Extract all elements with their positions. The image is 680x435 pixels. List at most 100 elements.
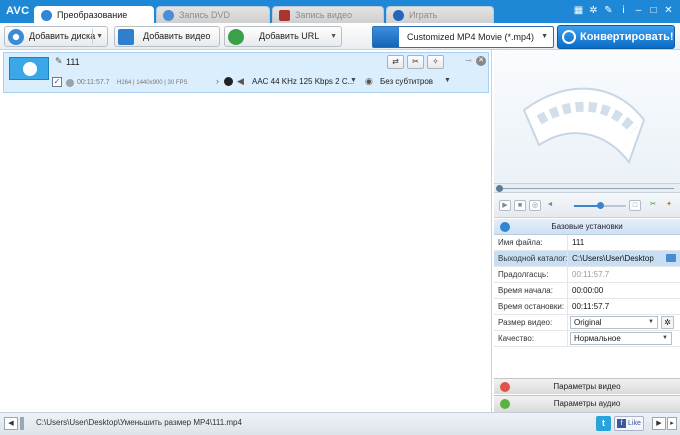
setting-key: Размер видео: <box>498 318 553 327</box>
chevron-down-icon[interactable]: ▼ <box>648 317 654 328</box>
setting-quality: Качество: Нормальное ▼ <box>494 331 680 347</box>
column-divider <box>567 331 568 347</box>
tab-dvd[interactable]: Запись DVD <box>156 6 270 23</box>
add-url-label: Добавить URL <box>259 31 320 41</box>
chevron-down-icon[interactable]: ▼ <box>96 27 103 46</box>
convert-label: Конвертировать! <box>580 31 674 43</box>
wrench-icon[interactable]: ✎ <box>603 5 614 17</box>
close-icon[interactable]: ✕ <box>663 5 674 17</box>
video-preview <box>494 50 680 184</box>
column-divider <box>567 235 568 251</box>
disc-icon <box>163 10 174 21</box>
next-icon[interactable]: ▶ <box>652 417 666 430</box>
video-size-select[interactable]: Original ▼ <box>570 316 658 329</box>
crop-icon[interactable]: ✂ <box>647 200 659 211</box>
video-params-icon <box>500 382 510 392</box>
minimize-icon[interactable]: – <box>633 5 644 17</box>
audio-params-header[interactable]: Параметры аудио <box>494 395 680 412</box>
play-icon[interactable]: ▶ <box>499 200 511 211</box>
setting-output-dir[interactable]: Выходной каталог: C:\Users\User\Desktop <box>494 251 680 267</box>
basic-settings-label: Базовые установки <box>551 222 623 231</box>
clock-icon <box>66 79 74 87</box>
magic-icon[interactable]: ✦ <box>663 200 675 211</box>
seek-bar[interactable] <box>494 184 680 193</box>
output-profile-select[interactable]: Customized MP4 Movie (*.mp4) ▼ <box>372 26 554 48</box>
divider <box>20 417 24 430</box>
video-thumbnail <box>9 57 49 80</box>
chevron-down-icon[interactable]: ▼ <box>541 27 548 47</box>
tab-play-label: Играть <box>409 10 438 20</box>
file-row[interactable]: ✎ 111 ⇄ ✂ ✧ ⊸ ✕ ✓ 00:11:57.7 H264 | 1440… <box>3 52 489 93</box>
tab-play[interactable]: Играть <box>386 6 494 23</box>
tab-record[interactable]: Запись видео <box>272 6 384 23</box>
edit-name-icon[interactable]: ✎ <box>55 56 63 67</box>
gear-icon[interactable]: ✲ <box>588 5 599 17</box>
volume-handle[interactable] <box>597 202 604 209</box>
video-size-value: Original <box>574 318 602 327</box>
tab-record-label: Запись видео <box>295 10 353 20</box>
output-path: C:\Users\User\Desktop\Уменьшить размер M… <box>36 418 242 427</box>
remove-file-icon[interactable]: ✕ <box>476 56 486 66</box>
column-divider <box>567 283 568 299</box>
chevron-down-icon[interactable]: ▼ <box>444 77 451 84</box>
toolbar: Добавить диска ▼ Добавить видео Добавить… <box>0 23 680 50</box>
record-icon <box>279 10 290 21</box>
film-icon[interactable]: ▦ <box>573 5 584 17</box>
collapse-icon <box>500 222 510 232</box>
volume-slider[interactable] <box>574 202 626 209</box>
tab-convert[interactable]: Преобразование <box>34 6 154 23</box>
add-disc-label: Добавить диска <box>29 31 96 41</box>
like-label: Like <box>628 420 641 427</box>
video-params-header[interactable]: Параметры видео <box>494 378 680 394</box>
file-name: 111 <box>66 57 80 67</box>
add-disc-button[interactable]: Добавить диска ▼ <box>4 26 108 47</box>
disc-add-icon <box>8 29 24 45</box>
expand-icon[interactable]: ▸ <box>667 417 677 430</box>
stop-icon[interactable]: ■ <box>514 200 526 211</box>
column-divider <box>567 267 568 283</box>
dropdown-divider <box>92 29 93 44</box>
folder-icon[interactable] <box>666 254 676 262</box>
file-checkbox[interactable]: ✓ <box>52 77 62 87</box>
chevron-down-icon[interactable]: ▼ <box>350 77 357 84</box>
prev-icon[interactable]: ◀ <box>4 417 18 430</box>
subtitle-select[interactable]: Без субтитров <box>380 77 433 86</box>
file-duration: 00:11:57.7 <box>77 79 110 86</box>
setting-start-time: Время начала: 00:00:00 <box>494 283 680 299</box>
quality-select[interactable]: Нормальное ▼ <box>570 332 672 345</box>
audio-track-select[interactable]: AAC 44 KHz 125 Kbps 2 C... <box>252 77 354 86</box>
pin-icon[interactable]: ⊸ <box>465 56 472 65</box>
convert-tab-icon <box>41 10 52 21</box>
maximize-icon[interactable]: □ <box>648 5 659 17</box>
stop-time-value[interactable]: 00:11:57.7 <box>572 299 609 314</box>
snapshot-icon[interactable]: ◎ <box>529 200 541 211</box>
add-video-button[interactable]: Добавить видео <box>114 26 220 47</box>
size-settings-gear-icon[interactable]: ✲ <box>661 316 674 329</box>
setting-key: Выходной каталог: <box>498 254 568 263</box>
rotate-button[interactable]: ⇄ <box>387 55 404 69</box>
info-icon[interactable]: ⅰ <box>618 5 629 17</box>
app-logo: AVC <box>6 5 30 17</box>
setting-key: Время остановки: <box>498 302 565 311</box>
video-add-icon <box>118 29 134 45</box>
setting-key: Качество: <box>498 334 535 343</box>
column-divider <box>567 299 568 315</box>
facebook-like-button[interactable]: f Like <box>614 416 644 431</box>
start-time-value[interactable]: 00:00:00 <box>572 283 603 298</box>
volume-icon[interactable]: ◄ <box>544 200 556 211</box>
convert-button[interactable]: Конвертировать! <box>557 25 675 49</box>
output-dir-value[interactable]: C:\Users\User\Desktop <box>572 251 654 266</box>
add-url-button[interactable]: Добавить URL ▼ <box>224 26 342 47</box>
seek-handle[interactable] <box>496 185 503 192</box>
twitter-icon[interactable]: t <box>596 416 611 431</box>
setting-key: Прадолгасць: <box>498 270 549 279</box>
basic-settings-header[interactable]: Базовые установки <box>494 219 680 235</box>
effects-button[interactable]: ✧ <box>427 55 444 69</box>
cut-button[interactable]: ✂ <box>407 55 424 69</box>
fullscreen-icon[interactable]: □ <box>629 200 641 211</box>
chevron-down-icon[interactable]: ▼ <box>662 333 668 344</box>
chevron-down-icon[interactable]: ▼ <box>330 27 337 46</box>
subtitle-icon: ◉ <box>365 76 373 86</box>
facebook-icon: f <box>617 419 626 428</box>
filename-value[interactable]: 111 <box>572 235 584 250</box>
